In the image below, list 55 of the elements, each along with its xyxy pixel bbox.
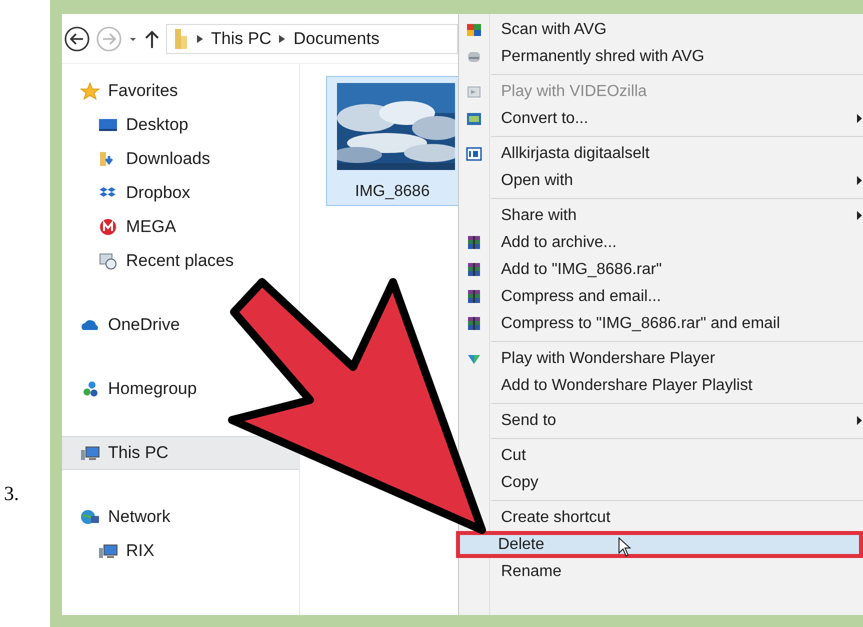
chevron-icon (279, 34, 286, 42)
folder-icon (173, 28, 189, 50)
menu-item[interactable]: Create shortcut (489, 504, 863, 531)
nav-item[interactable]: Downloads (62, 142, 218, 176)
nav-item[interactable]: RIX (62, 534, 162, 568)
computer-icon (98, 542, 118, 560)
menu-item[interactable]: Add to Wondershare Player Playlist (489, 372, 863, 399)
up-arrow-icon[interactable] (144, 28, 160, 48)
menu-item[interactable]: Cut (489, 442, 863, 469)
video-icon (466, 84, 482, 100)
back-icon[interactable] (64, 26, 90, 52)
nav-item[interactable]: Recent places (62, 244, 242, 278)
id-card-icon (466, 146, 482, 162)
chevron-icon (197, 34, 203, 42)
archive-icon (466, 262, 482, 278)
archive-icon (466, 288, 482, 304)
network-icon (80, 508, 100, 526)
step-number: 3. (4, 482, 20, 507)
computer-icon (80, 444, 100, 462)
nav-item[interactable]: Favorites (62, 74, 186, 108)
nav-item[interactable]: Desktop (62, 108, 196, 142)
menu-item[interactable]: Share with (489, 202, 863, 229)
nav-item[interactable]: MEGA (62, 210, 184, 244)
menu-item[interactable]: Add to "IMG_8686.rar" (489, 256, 863, 283)
file-name: IMG_8686 (354, 182, 431, 202)
nav-item[interactable]: Homegroup (62, 372, 205, 406)
nav-item[interactable]: Dropbox (62, 176, 198, 210)
recent-icon (98, 252, 118, 270)
menu-item[interactable]: Allkirjasta digitaalselt (489, 140, 863, 167)
archive-icon (466, 316, 482, 332)
menu-item[interactable]: Add to archive... (489, 229, 863, 256)
desktop-icon (98, 116, 118, 134)
mega-icon (98, 218, 118, 236)
nav-item[interactable]: This PC (62, 436, 299, 470)
menu-item[interactable]: Permanently shred with AVG (489, 43, 863, 70)
archive-icon (466, 234, 482, 250)
mouse-cursor-icon (618, 537, 632, 557)
menu-item[interactable]: Send to (489, 407, 863, 434)
menu-item[interactable]: Compress to "IMG_8686.rar" and email (489, 310, 863, 337)
menu-item[interactable]: Convert to... (489, 105, 863, 132)
menu-item[interactable]: Copy (489, 469, 863, 496)
menu-item[interactable]: Scan with AVG (489, 16, 863, 43)
convert-icon (466, 110, 482, 126)
nav-item[interactable]: Network (62, 500, 178, 534)
star-icon (80, 82, 100, 100)
avg-icon (466, 22, 482, 38)
nav-item[interactable]: OneDrive (62, 308, 188, 342)
menu-item[interactable]: Play with Wondershare Player (489, 345, 863, 372)
breadcrumb[interactable]: Documents (293, 26, 380, 52)
address-bar[interactable]: This PC Documents (166, 24, 458, 54)
breadcrumb[interactable]: This PC (211, 26, 272, 52)
menu-item[interactable]: Compress and email... (489, 283, 863, 310)
menu-item[interactable]: Rename (489, 558, 863, 585)
menu-item[interactable]: Delete (456, 531, 863, 558)
menu-item[interactable]: Open with (489, 167, 863, 194)
